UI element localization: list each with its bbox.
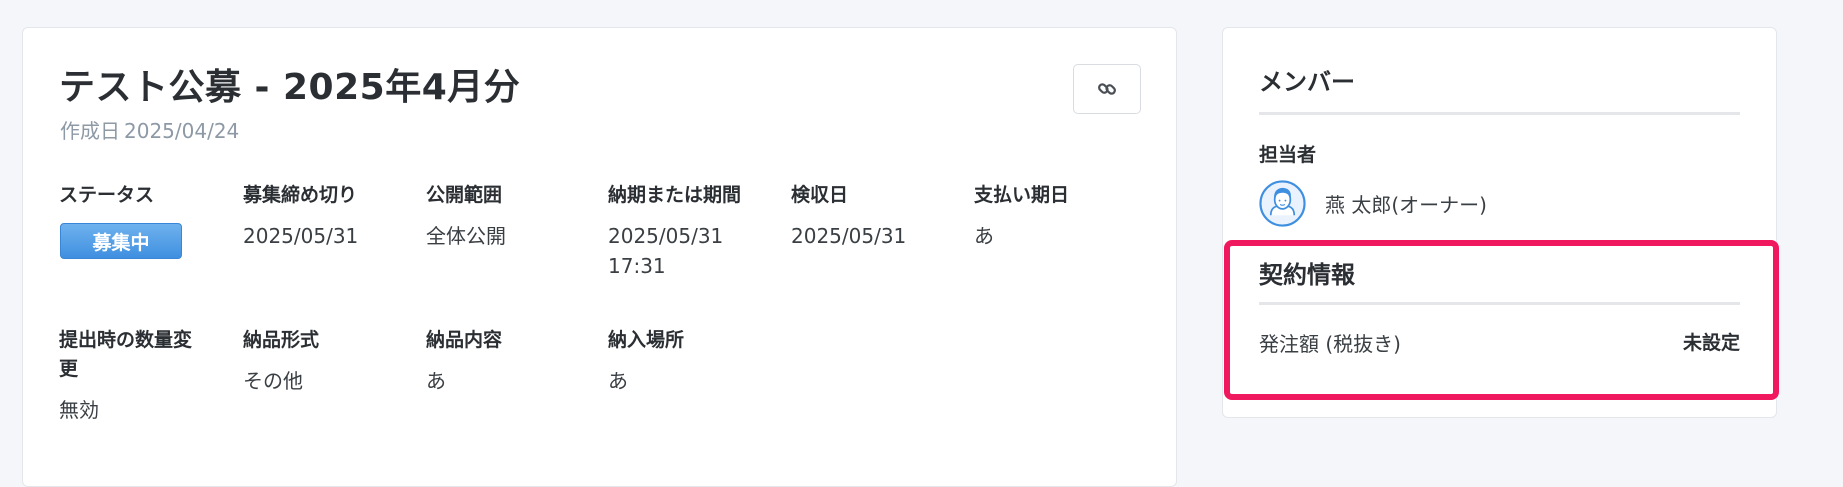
- delivery-content-value: あ: [426, 369, 446, 393]
- contract-title: 契約情報: [1259, 261, 1355, 289]
- order-amount-value: 未設定: [1682, 332, 1740, 354]
- deadline-value: 2025/05/31: [243, 224, 359, 248]
- delivery-place-label: 納入場所: [608, 329, 685, 351]
- link-icon: [1098, 83, 1116, 95]
- order-amount-label: 発注額 (税抜き): [1259, 332, 1401, 356]
- payment-date-value: あ: [974, 224, 994, 248]
- quantity-change-value: 無効: [59, 398, 99, 422]
- inspection-date-label: 検収日: [791, 184, 849, 206]
- deadline-label: 募集締め切り: [243, 184, 358, 206]
- visibility-value: 全体公開: [426, 224, 506, 248]
- created-date-value: 2025/04/24: [124, 119, 240, 143]
- inspection-date-value: 2025/05/31: [791, 224, 907, 248]
- delivery-period-value-time: 17:31: [608, 254, 666, 278]
- status-label: ステータス: [59, 184, 155, 206]
- project-detail-card: テスト公募 - 2025年4月分 作成日 2025/04/24 ステータス 募集中…: [22, 27, 1177, 487]
- contract-divider: [1259, 302, 1740, 305]
- side-panel: メンバー 担当者 燕 太郎(オーナー) 契約情報 発注額 (税抜き) 未設定: [1222, 27, 1777, 418]
- members-title: メンバー: [1259, 68, 1355, 96]
- payment-date-label: 支払い期日: [974, 184, 1070, 206]
- created-date: 作成日 2025/04/24: [60, 115, 239, 144]
- delivery-format-label: 納品形式: [243, 329, 320, 351]
- page-title: テスト公募 - 2025年4月分: [59, 67, 521, 108]
- assignee-label: 担当者: [1259, 144, 1317, 166]
- copy-link-button[interactable]: [1073, 64, 1141, 114]
- delivery-period-value-date: 2025/05/31: [608, 224, 724, 248]
- delivery-place-value: あ: [608, 369, 628, 393]
- quantity-change-label-line2: 更: [59, 358, 79, 380]
- user-avatar-icon: [1259, 180, 1306, 227]
- delivery-period-label: 納期または期間: [608, 184, 742, 206]
- delivery-format-value: その他: [243, 369, 303, 393]
- status-badge: 募集中: [60, 223, 182, 259]
- assignee-name: 燕 太郎(オーナー): [1325, 193, 1487, 217]
- quantity-change-label-line1: 提出時の数量変: [59, 329, 193, 351]
- created-label: 作成日: [60, 119, 120, 143]
- visibility-label: 公開範囲: [426, 184, 503, 206]
- members-divider: [1259, 112, 1740, 115]
- delivery-content-label: 納品内容: [426, 329, 503, 351]
